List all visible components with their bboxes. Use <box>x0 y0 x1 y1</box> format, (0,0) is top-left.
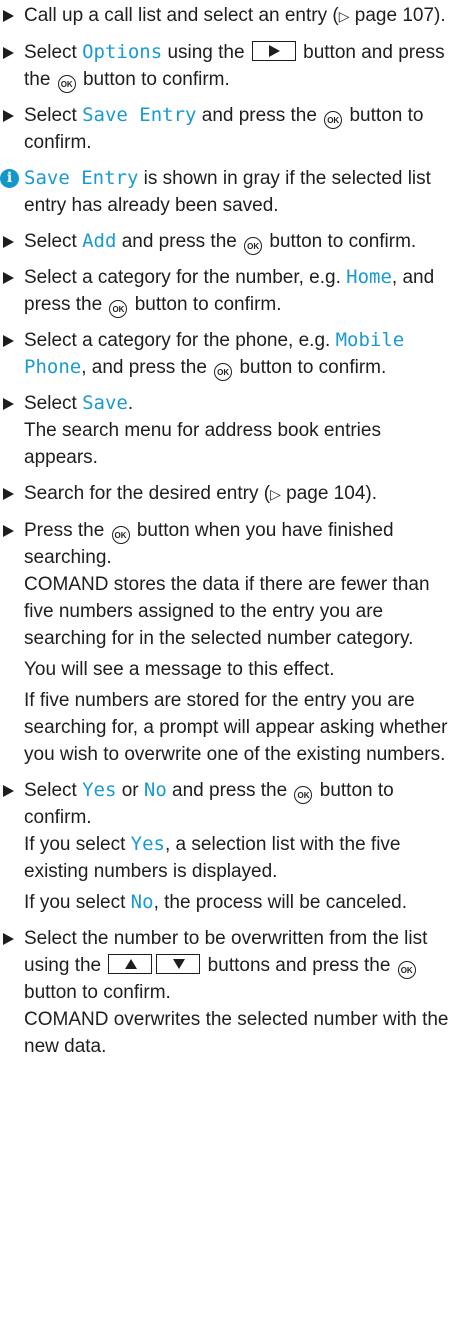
menu-item-no: No <box>130 891 154 913</box>
bullet-icon <box>3 272 14 284</box>
right-arrow-key-icon <box>251 41 296 61</box>
ok-button-icon: OK <box>294 786 313 804</box>
step-phone-category: Select a category for the phone, e.g. Mo… <box>0 327 464 381</box>
menu-item-save: Save <box>82 392 128 414</box>
step-finish-search: Press the OK button when you have finish… <box>0 517 464 768</box>
result-text: COMAND overwrites the selected number wi… <box>24 1009 449 1057</box>
step-search-entry: Search for the desired entry (▷ page 104… <box>0 480 464 508</box>
bullet-icon <box>3 525 14 537</box>
step-call-up-list: Call up a call list and select an entry … <box>0 2 464 30</box>
ok-button-icon: OK <box>109 300 128 318</box>
bullet-icon <box>3 10 14 22</box>
step-select-save-entry: Select Save Entry and press the OK butto… <box>0 102 464 156</box>
step-number-category: Select a category for the number, e.g. H… <box>0 264 464 318</box>
menu-item-add: Add <box>82 230 117 252</box>
bullet-icon <box>3 47 14 59</box>
menu-item-home: Home <box>346 266 392 288</box>
ok-button-icon: OK <box>214 363 233 381</box>
step-select-options: Select Options using the button and pres… <box>0 39 464 93</box>
instructions: Call up a call list and select an entry … <box>0 0 464 1060</box>
bullet-icon <box>3 488 14 500</box>
result-text: The search menu for address book entries… <box>24 420 381 468</box>
page-ref-icon: ▷ <box>338 8 350 24</box>
menu-item-yes: Yes <box>130 833 165 855</box>
bullet-icon <box>3 335 14 347</box>
bullet-icon <box>3 398 14 410</box>
info-icon: i <box>0 169 19 188</box>
ok-button-icon: OK <box>397 961 416 979</box>
bullet-icon <box>3 785 14 797</box>
ok-button-icon: OK <box>244 237 263 255</box>
result-text: You will see a message to this effect. <box>24 659 335 680</box>
menu-item-save-entry: Save Entry <box>82 104 197 126</box>
ok-button-icon: OK <box>57 75 76 93</box>
bullet-icon <box>3 933 14 945</box>
menu-item-options: Options <box>82 41 163 63</box>
step-select-add: Select Add and press the OK button to co… <box>0 228 464 255</box>
ok-button-icon: OK <box>324 111 343 129</box>
menu-item-yes: Yes <box>82 779 117 801</box>
down-arrow-key-icon <box>156 954 201 974</box>
bullet-icon <box>3 236 14 248</box>
result-text: COMAND stores the data if there are fewe… <box>24 574 430 649</box>
page-ref-icon: ▷ <box>270 486 281 502</box>
step-select-save: Select Save. The search menu for address… <box>0 390 464 471</box>
up-arrow-key-icon <box>108 954 153 974</box>
result-text: If five numbers are stored for the entry… <box>24 690 448 765</box>
ok-button-icon: OK <box>111 526 130 544</box>
bullet-icon <box>3 110 14 122</box>
menu-item-save-entry: Save Entry <box>24 167 139 189</box>
step-overwrite-number: Select the number to be overwritten from… <box>0 925 464 1060</box>
info-note: i Save Entry is shown in gray if the sel… <box>0 165 464 219</box>
step-yes-or-no: Select Yes or No and press the OK button… <box>0 777 464 916</box>
menu-item-no: No <box>143 779 167 801</box>
